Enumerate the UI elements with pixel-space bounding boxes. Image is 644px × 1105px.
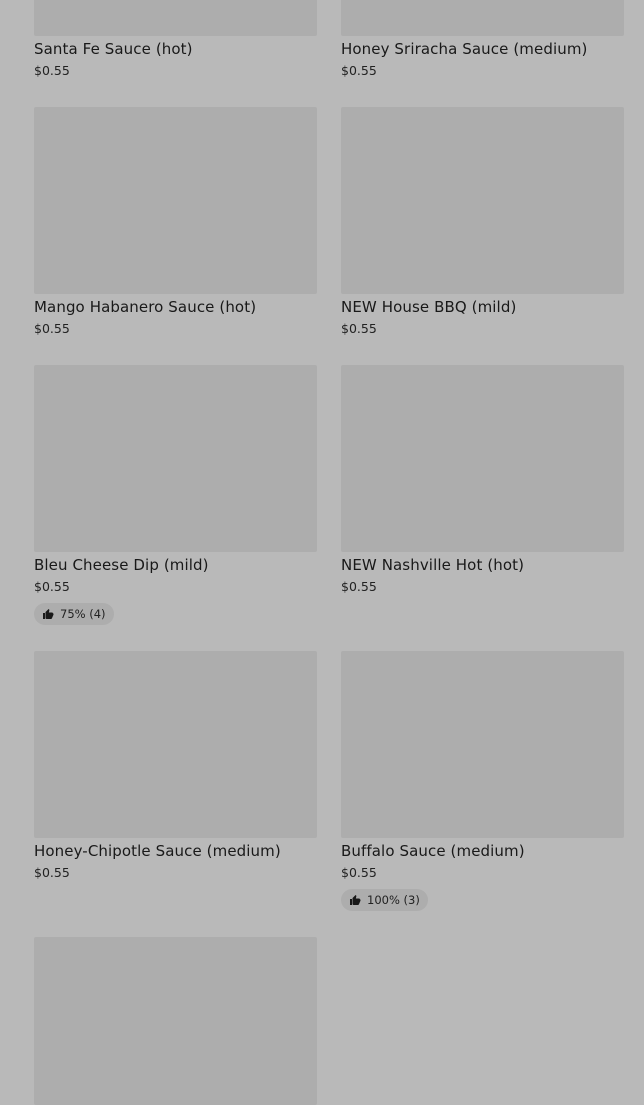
item-image-placeholder[interactable]: [341, 365, 624, 552]
item-image-placeholder[interactable]: [341, 651, 624, 838]
menu-item-card[interactable]: NEW House BBQ (mild) $0.55: [341, 107, 624, 337]
rating-text: 100% (3): [367, 893, 420, 907]
menu-item-card[interactable]: Santa Fe Sauce (hot) $0.55: [34, 0, 317, 79]
item-price: $0.55: [34, 579, 70, 594]
item-image-placeholder[interactable]: [34, 365, 317, 552]
item-image-placeholder[interactable]: [34, 937, 317, 1105]
item-name: Santa Fe Sauce (hot): [34, 40, 193, 58]
item-image-placeholder[interactable]: [34, 0, 317, 36]
item-name: Buffalo Sauce (medium): [341, 842, 525, 860]
item-price: $0.55: [341, 865, 377, 880]
item-image-placeholder[interactable]: [34, 651, 317, 838]
item-image-placeholder[interactable]: [34, 107, 317, 294]
item-image-placeholder[interactable]: [341, 0, 624, 36]
thumbs-up-icon: [43, 609, 54, 619]
item-name: Bleu Cheese Dip (mild): [34, 556, 209, 574]
item-name: Honey-Chipotle Sauce (medium): [34, 842, 281, 860]
item-price: $0.55: [341, 63, 377, 78]
menu-item-card[interactable]: Mango Habanero Sauce (hot) $0.55: [34, 107, 317, 337]
menu-item-card[interactable]: Honey-Chipotle Sauce (medium) $0.55: [34, 651, 317, 881]
item-price: $0.55: [341, 579, 377, 594]
rating-text: 75% (4): [60, 607, 106, 621]
menu-item-card[interactable]: Bleu Cheese Dip (mild) $0.55 75% (4): [34, 365, 317, 625]
menu-item-card[interactable]: NEW Nashville Hot (hot) $0.55: [341, 365, 624, 595]
item-price: $0.55: [34, 63, 70, 78]
rating-badge: 100% (3): [341, 889, 428, 911]
item-price: $0.55: [34, 321, 70, 336]
menu-item-card[interactable]: [34, 937, 317, 1105]
menu-item-card[interactable]: Buffalo Sauce (medium) $0.55 100% (3): [341, 651, 624, 911]
item-image-placeholder[interactable]: [341, 107, 624, 294]
thumbs-up-icon: [350, 895, 361, 905]
item-name: Honey Sriracha Sauce (medium): [341, 40, 588, 58]
item-name: NEW Nashville Hot (hot): [341, 556, 525, 574]
item-name: Mango Habanero Sauce (hot): [34, 298, 257, 316]
item-name: NEW House BBQ (mild): [341, 298, 517, 316]
item-price: $0.55: [34, 865, 70, 880]
menu-item-card[interactable]: Honey Sriracha Sauce (medium) $0.55: [341, 0, 624, 79]
rating-badge: 75% (4): [34, 603, 114, 625]
item-price: $0.55: [341, 321, 377, 336]
